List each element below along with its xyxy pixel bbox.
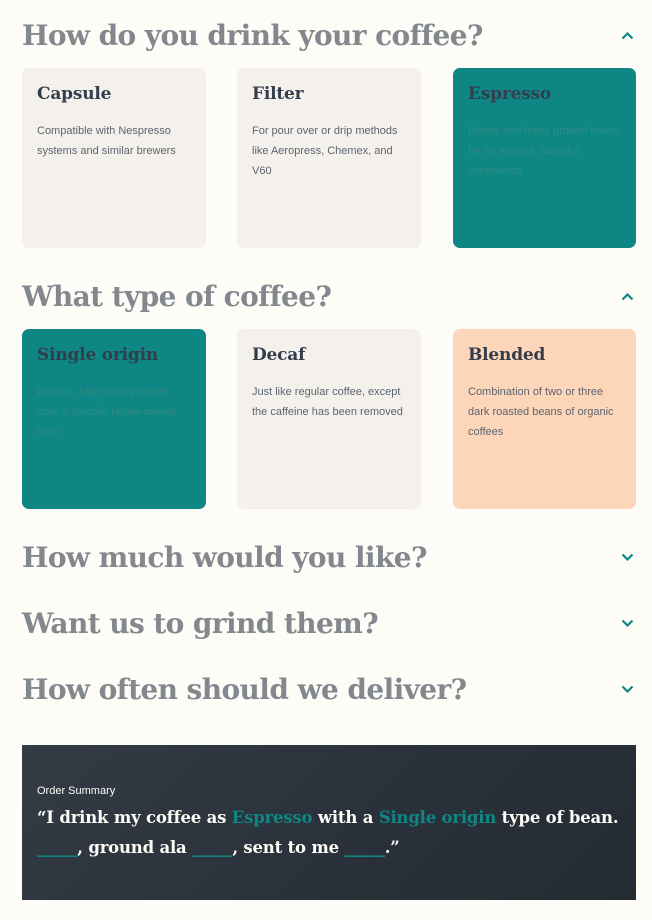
question-delivery-title: How often should we deliver? xyxy=(22,672,467,706)
option-title: Espresso xyxy=(468,84,552,104)
summary-fragment: , sent to me xyxy=(232,838,345,857)
option-decaf[interactable]: Decaf Just like regular coffee, except t… xyxy=(237,329,421,509)
option-description: For pour over or drip methods like Aerop… xyxy=(252,125,398,177)
chevron-up-icon[interactable] xyxy=(620,28,634,42)
option-title: Single origin xyxy=(37,345,159,365)
option-filter[interactable]: Filter For pour over or drip methods lik… xyxy=(237,68,421,248)
summary-fragment: with a xyxy=(312,808,379,827)
option-description: Just like regular coffee, except the caf… xyxy=(252,386,403,418)
chevron-up-icon[interactable] xyxy=(620,289,634,303)
option-espresso[interactable]: Espresso Dense and finely ground beans f… xyxy=(453,68,636,248)
option-title: Blended xyxy=(468,345,546,365)
question-type-header[interactable]: What type of coffee? xyxy=(22,276,636,316)
question-grind-title: Want us to grind them? xyxy=(22,606,379,640)
question-quantity-header[interactable]: How much would you like? xyxy=(22,537,636,577)
option-title: Decaf xyxy=(252,345,306,365)
summary-type: Single origin xyxy=(378,808,497,827)
summary-fragment: , ground ala xyxy=(77,838,193,857)
option-title: Filter xyxy=(252,84,304,104)
summary-fragment: “I drink my coffee as xyxy=(37,808,232,827)
option-description: Dense and finely ground beans for an int… xyxy=(468,125,621,177)
summary-frequency: _____ xyxy=(344,838,385,857)
option-description: Distinct, high quality coffee from a spe… xyxy=(37,386,176,438)
summary-method: Espresso xyxy=(231,808,313,827)
summary-fragment: type of bean. xyxy=(496,808,619,827)
order-summary-text: “I drink my coffee as Espresso with a Si… xyxy=(37,803,621,863)
question-drink-title: How do you drink your coffee? xyxy=(22,18,483,52)
question-type-title: What type of coffee? xyxy=(22,279,332,313)
question-drink-header[interactable]: How do you drink your coffee? xyxy=(22,15,636,55)
question-quantity-title: How much would you like? xyxy=(22,540,427,574)
question-delivery-header[interactable]: How often should we deliver? xyxy=(22,669,636,709)
option-title: Capsule xyxy=(37,84,112,104)
chevron-down-icon[interactable] xyxy=(620,616,634,630)
order-summary: Order Summary “I drink my coffee as Espr… xyxy=(22,745,636,900)
chevron-down-icon[interactable] xyxy=(620,550,634,564)
option-description: Compatible with Nespresso systems and si… xyxy=(37,125,176,157)
question-grind-header[interactable]: Want us to grind them? xyxy=(22,603,636,643)
chevron-down-icon[interactable] xyxy=(620,682,634,696)
summary-fragment: .” xyxy=(384,838,400,857)
summary-quantity: _____ xyxy=(37,838,78,857)
option-single-origin[interactable]: Single origin Distinct, high quality cof… xyxy=(22,329,206,509)
summary-grind: _____ xyxy=(192,838,233,857)
option-blended[interactable]: Blended Combination of two or three dark… xyxy=(453,329,636,509)
option-capsule[interactable]: Capsule Compatible with Nespresso system… xyxy=(22,68,206,248)
order-summary-label: Order Summary xyxy=(37,785,116,797)
option-description: Combination of two or three dark roasted… xyxy=(468,386,614,438)
